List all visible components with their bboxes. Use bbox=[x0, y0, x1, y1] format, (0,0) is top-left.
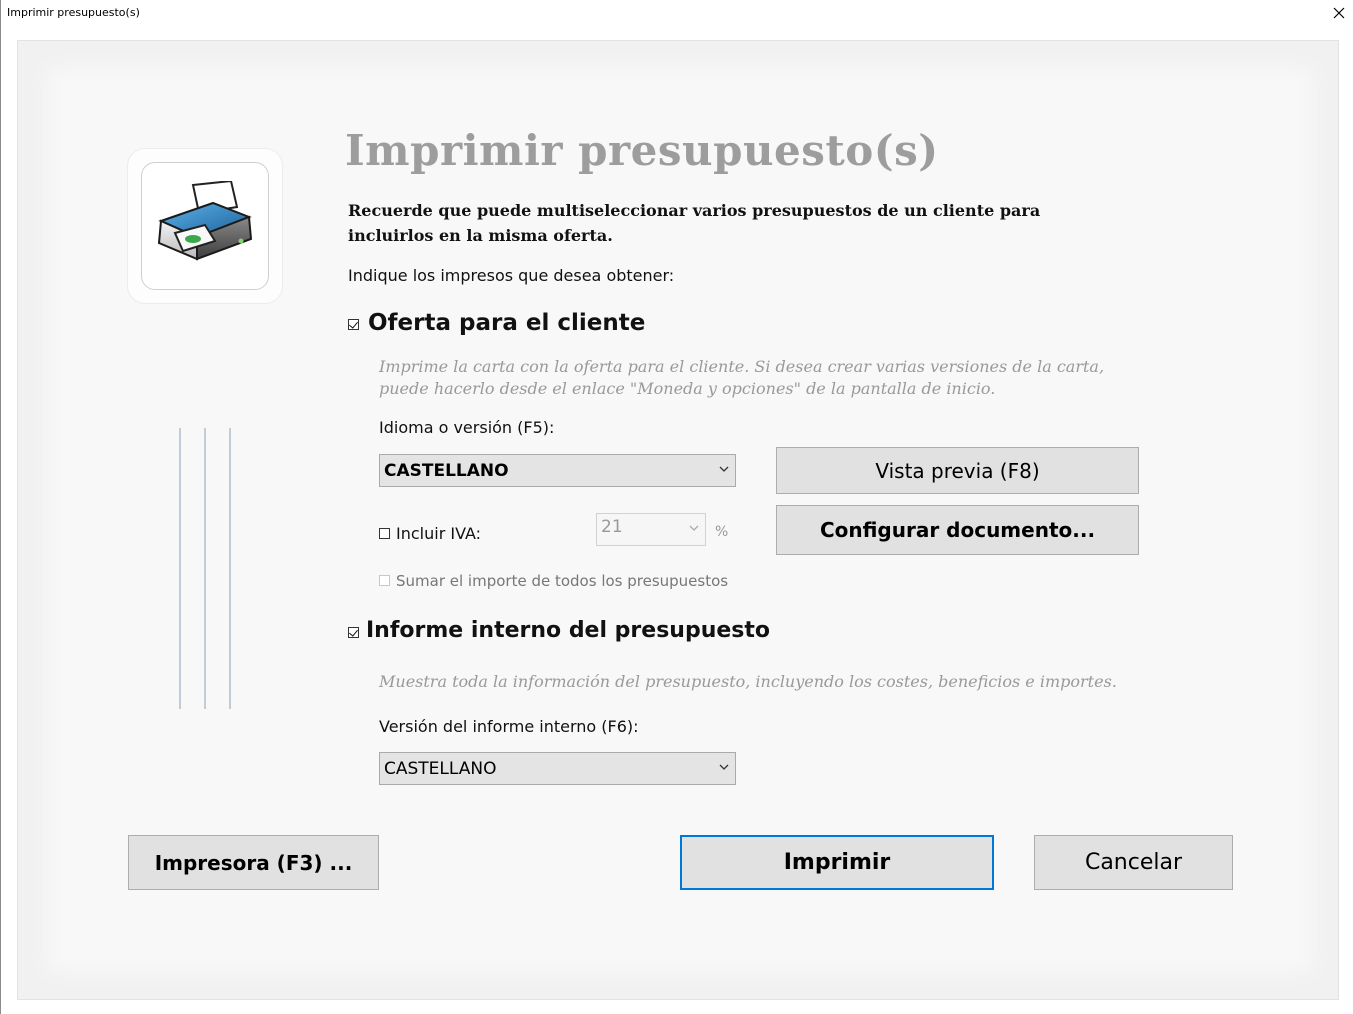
printer-icon bbox=[157, 181, 253, 261]
page-title: Imprimir presupuesto(s) bbox=[345, 126, 939, 175]
oferta-description: Imprime la carta con la oferta para el c… bbox=[379, 357, 1105, 398]
version-informe-select[interactable]: CASTELLANO bbox=[379, 752, 736, 785]
decorative-line bbox=[179, 428, 181, 709]
idioma-select[interactable]: CASTELLANO bbox=[379, 454, 736, 487]
idioma-label: Idioma o versión (F5): bbox=[379, 418, 555, 437]
reminder-text: Recuerde que puede multiseleccionar vari… bbox=[348, 201, 1041, 245]
iva-unit: % bbox=[715, 524, 729, 540]
idioma-select-value: CASTELLANO bbox=[384, 461, 509, 481]
version-informe-select-value: CASTELLANO bbox=[384, 759, 497, 779]
impresora-button[interactable]: Impresora (F3) ... bbox=[128, 835, 379, 890]
icon-card-inner bbox=[141, 162, 269, 290]
sumar-importe-checkbox[interactable] bbox=[379, 575, 390, 586]
instructions-text: Indique los impresos que desea obtener: bbox=[348, 266, 675, 285]
iva-select[interactable]: 21 bbox=[596, 513, 706, 546]
informe-checkbox[interactable] bbox=[348, 627, 359, 638]
version-informe-label: Versión del informe interno (F6): bbox=[379, 717, 639, 736]
close-button[interactable] bbox=[1324, 0, 1353, 26]
configurar-documento-button[interactable]: Configurar documento... bbox=[776, 505, 1139, 555]
imprimir-button[interactable]: Imprimir bbox=[680, 835, 994, 890]
dialog-window: Imprimir presupuesto(s) Imprimir presupu… bbox=[0, 0, 1353, 1014]
close-icon bbox=[1333, 7, 1345, 19]
chevron-down-icon bbox=[689, 525, 699, 531]
sumar-importe-label: Sumar el importe de todos los presupuest… bbox=[396, 572, 729, 590]
icon-card bbox=[127, 148, 283, 304]
window-title: Imprimir presupuesto(s) bbox=[7, 6, 140, 19]
oferta-title: Oferta para el cliente bbox=[368, 310, 646, 336]
oferta-checkbox[interactable] bbox=[348, 319, 359, 330]
chevron-down-icon bbox=[719, 466, 729, 472]
decorative-line bbox=[204, 428, 206, 709]
title-bar: Imprimir presupuesto(s) bbox=[1, 0, 1353, 26]
vista-previa-button[interactable]: Vista previa (F8) bbox=[776, 447, 1139, 494]
informe-description: Muestra toda la información del presupue… bbox=[379, 672, 1117, 691]
decorative-line bbox=[229, 428, 231, 709]
informe-title: Informe interno del presupuesto bbox=[366, 618, 771, 643]
cancelar-button[interactable]: Cancelar bbox=[1034, 835, 1233, 890]
iva-select-value: 21 bbox=[601, 517, 623, 537]
incluir-iva-label: Incluir IVA: bbox=[396, 524, 482, 543]
incluir-iva-checkbox[interactable] bbox=[379, 528, 390, 539]
chevron-down-icon bbox=[719, 764, 729, 770]
